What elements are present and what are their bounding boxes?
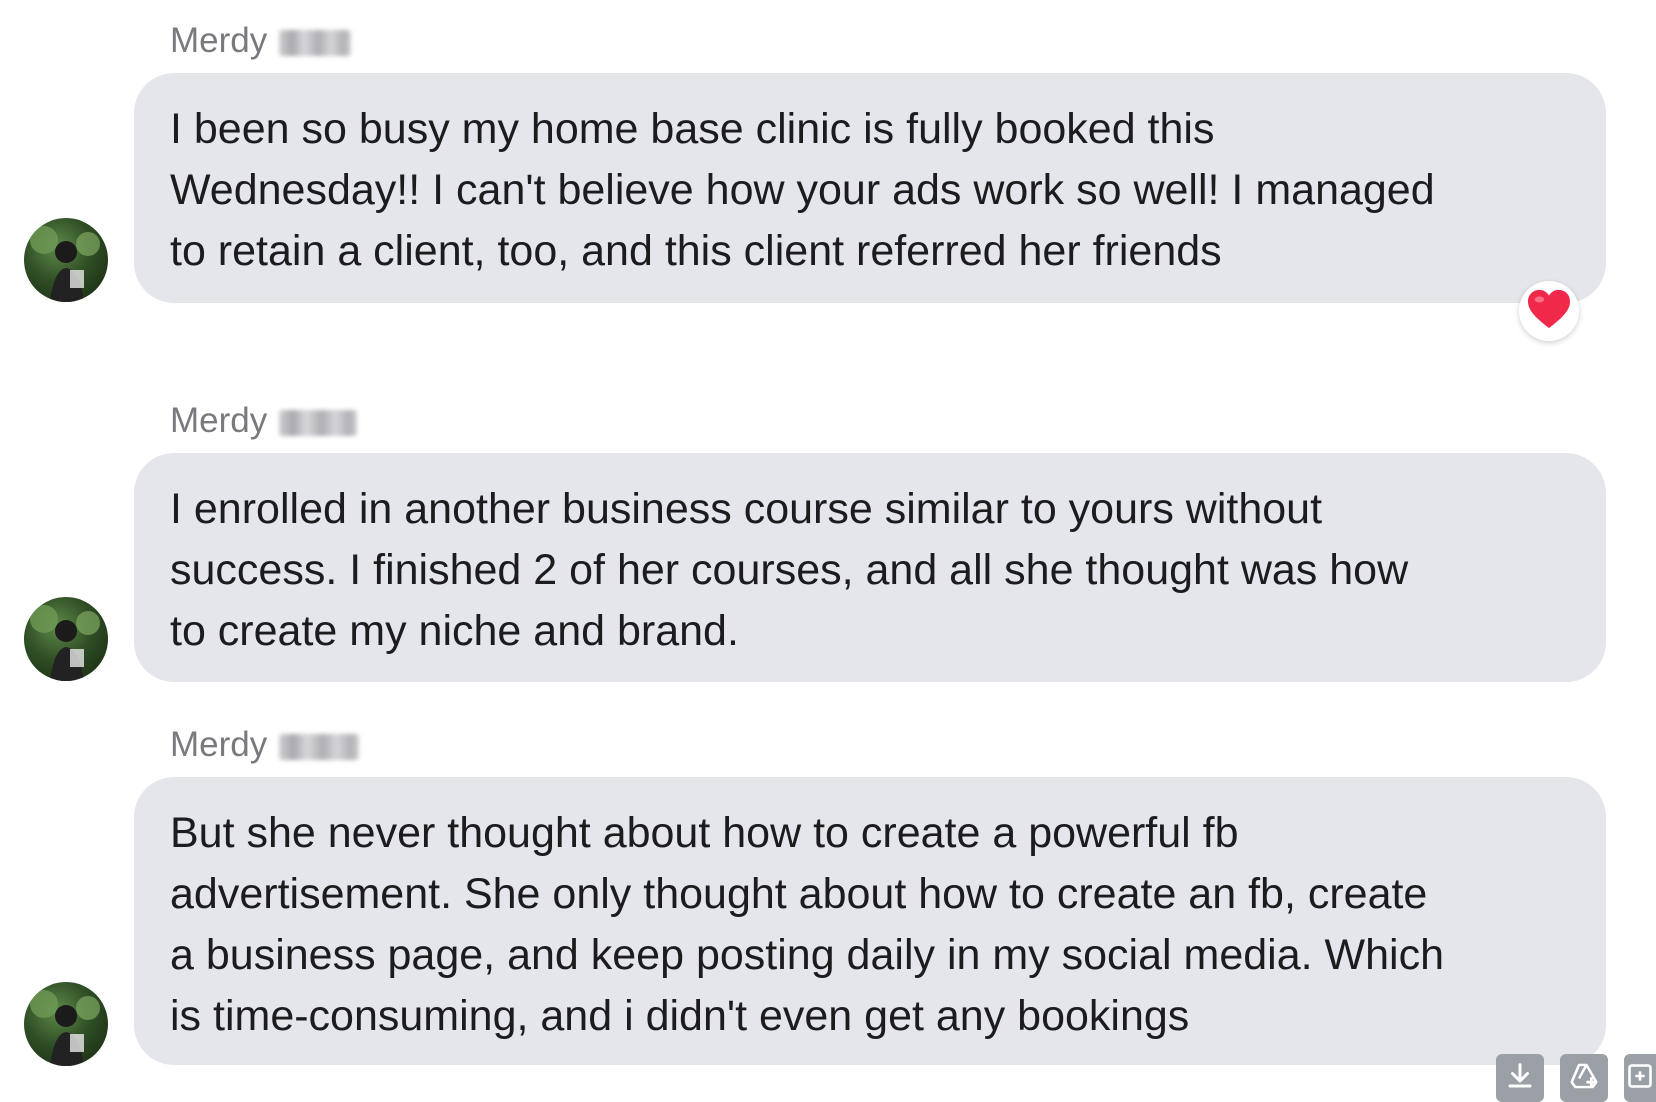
redacted-surname [279, 29, 352, 56]
download-icon [1505, 1061, 1535, 1096]
redacted-surname [279, 409, 358, 436]
sender-avatar[interactable] [24, 982, 108, 1066]
add-button[interactable] [1624, 1054, 1656, 1102]
reaction-badge[interactable] [1519, 281, 1579, 341]
heart-icon [1526, 288, 1572, 335]
redacted-surname [279, 733, 360, 760]
sender-name: Merdy [170, 21, 352, 61]
sender-name: Merdy [170, 401, 358, 441]
drive-upload-icon [1568, 1061, 1600, 1096]
add-icon [1626, 1061, 1654, 1096]
sender-avatar[interactable] [24, 218, 108, 302]
message-bubble[interactable]: But she never thought about how to creat… [134, 777, 1606, 1065]
sender-name: Merdy [170, 725, 360, 765]
drive-upload-button[interactable] [1560, 1054, 1608, 1102]
message-bubble[interactable]: I been so busy my home base clinic is fu… [134, 73, 1606, 303]
download-button[interactable] [1496, 1054, 1544, 1102]
message-bubble[interactable]: I enrolled in another business course si… [134, 453, 1606, 682]
sender-avatar[interactable] [24, 597, 108, 681]
